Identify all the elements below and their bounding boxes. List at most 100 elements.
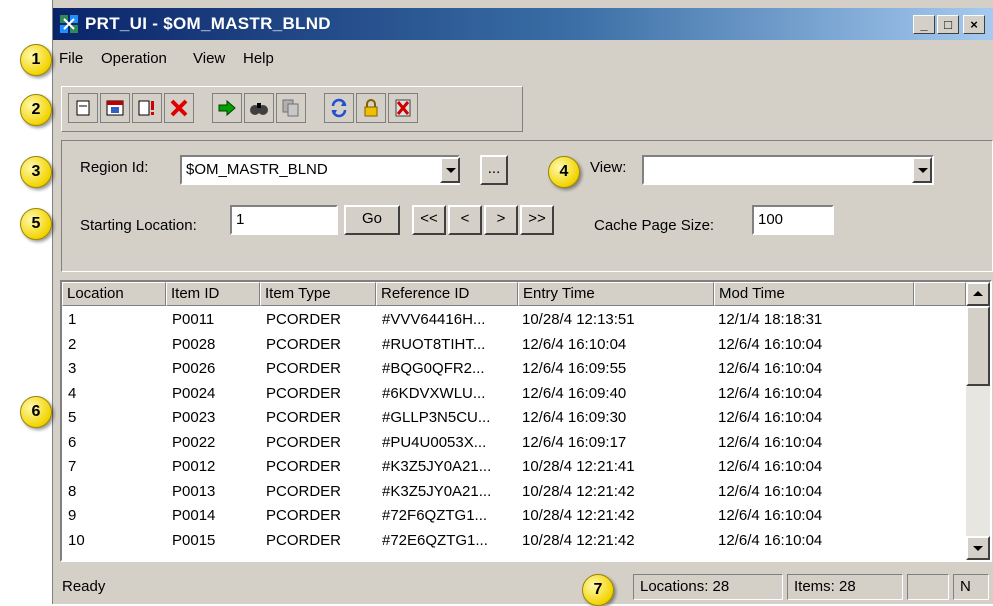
table-row[interactable]: 7 P0012 PCORDER #K3Z5JY0A21... 10/28/4 12:21… <box>62 456 966 478</box>
callout-5: 5 <box>20 208 52 240</box>
region-id-value: $OM_MASTR_BLND <box>186 161 328 178</box>
callout-7: 7 <box>582 574 614 606</box>
column-header-item-id[interactable]: Item ID <box>166 282 260 306</box>
cell-location: 1 <box>68 311 77 328</box>
table-row[interactable]: 2 P0028 PCORDER #RUOT8TIHT... 12/6/4 16:10:0… <box>62 334 966 356</box>
scroll-up-button[interactable] <box>966 282 990 306</box>
cell-entry-time: 12/6/4 16:09:40 <box>522 384 627 402</box>
item-list[interactable]: Location Item ID Item Type Reference ID … <box>60 280 992 562</box>
cell-entry-time: 12/6/4 16:09:17 <box>522 433 627 451</box>
toolbar <box>61 86 523 132</box>
cell-item-id: P0026 <box>172 360 216 377</box>
view-dropdown-arrow-icon[interactable] <box>912 157 932 183</box>
cell-location: 2 <box>68 335 77 353</box>
menu-operation[interactable]: Operation <box>101 50 167 67</box>
cell-mod-time: 12/6/4 16:10:04 <box>718 482 823 500</box>
cell-item-type: PCORDER <box>266 335 342 353</box>
app-icon <box>60 15 78 33</box>
alert-document-icon[interactable] <box>132 93 162 123</box>
column-header-reference-id[interactable]: Reference ID <box>376 282 518 306</box>
copy-icon[interactable] <box>276 93 306 123</box>
delete-icon[interactable] <box>164 93 194 123</box>
table-row[interactable]: 5 P0023 PCORDER #GLLP3N5CU... 12/6/4 16:09:3… <box>62 407 966 429</box>
cache-page-size-input[interactable]: 100 <box>752 205 834 235</box>
starting-location-input[interactable]: 1 <box>230 205 338 235</box>
cell-item-type: PCORDER <box>266 384 342 402</box>
cell-entry-time: 12/6/4 16:09:55 <box>522 360 627 377</box>
cell-mod-time: 12/6/4 16:10:04 <box>718 384 823 402</box>
first-page-button[interactable]: << <box>412 205 446 235</box>
vertical-scrollbar[interactable] <box>966 282 990 560</box>
minimize-button[interactable]: _ <box>913 15 935 34</box>
menu-bar: File Operation View Help <box>53 40 993 80</box>
table-row[interactable]: 6 P0022 PCORDER #PU4U0053X... 12/6/4 16:09:1… <box>62 432 966 454</box>
menu-file[interactable]: File <box>59 50 83 67</box>
column-header-item-type[interactable]: Item Type <box>260 282 376 306</box>
go-button[interactable]: Go <box>344 205 400 235</box>
new-icon[interactable] <box>68 93 98 123</box>
close-button[interactable]: × <box>963 15 985 34</box>
column-header-location[interactable]: Location <box>62 282 166 306</box>
table-row[interactable]: 4 P0024 PCORDER #6KDVXWLU... 12/6/4 16:09:40… <box>62 383 966 405</box>
callout-4: 4 <box>548 156 580 188</box>
cell-reference-id: #K3Z5JY0A21... <box>382 458 492 475</box>
cell-item-id: P0028 <box>172 335 216 353</box>
status-ready: Ready <box>62 578 106 595</box>
cache-page-size-value: 100 <box>758 211 784 228</box>
column-header-mod-time[interactable]: Mod Time <box>714 282 914 306</box>
table-row[interactable]: 3 P0026 PCORDER #BQG0QFR2... 12/6/4 16:09:55… <box>62 358 966 380</box>
last-page-button[interactable]: >> <box>520 205 554 235</box>
cell-item-type: PCORDER <box>266 458 342 475</box>
cell-reference-id: #RUOT8TIHT... <box>382 335 486 353</box>
callout-1: 1 <box>20 44 52 76</box>
status-locations: Locations: 28 <box>633 574 783 600</box>
table-row[interactable]: 10 P0015 PCORDER #72E6QZTG1... 10/28/4 12:21… <box>62 530 966 552</box>
cell-reference-id: #PU4U0053X... <box>382 433 487 451</box>
cell-entry-time: 12/6/4 16:10:04 <box>522 335 627 353</box>
cell-location: 3 <box>68 360 77 377</box>
cell-mod-time: 12/1/4 18:18:31 <box>718 311 823 328</box>
next-page-button[interactable]: > <box>484 205 518 235</box>
cell-item-id: P0022 <box>172 433 216 451</box>
cell-entry-time: 12/6/4 16:09:30 <box>522 409 627 426</box>
scroll-down-button[interactable] <box>966 536 990 560</box>
lock-icon[interactable] <box>356 93 386 123</box>
cell-location: 7 <box>68 458 77 475</box>
cell-item-type: PCORDER <box>266 360 342 377</box>
cell-reference-id: #GLLP3N5CU... <box>382 409 491 426</box>
cell-reference-id: #VVV64416H... <box>382 311 486 328</box>
scroll-thumb[interactable] <box>966 306 990 386</box>
cell-item-type: PCORDER <box>266 311 342 328</box>
region-dropdown-arrow-icon[interactable] <box>440 157 460 183</box>
table-row[interactable]: 9 P0014 PCORDER #72F6QZTG1... 10/28/4 12:21:… <box>62 505 966 527</box>
table-row[interactable]: 8 P0013 PCORDER #K3Z5JY0A21... 10/28/4 12:21… <box>62 481 966 503</box>
region-id-dropdown[interactable]: $OM_MASTR_BLND <box>180 155 460 185</box>
browse-button[interactable]: ... <box>480 155 508 185</box>
column-header-entry-time[interactable]: Entry Time <box>518 282 714 306</box>
starting-location-value: 1 <box>236 211 245 228</box>
cell-item-id: P0014 <box>172 507 216 524</box>
arrow-down-icon <box>973 546 983 551</box>
cell-entry-time: 10/28/4 12:13:51 <box>522 311 635 328</box>
cell-location: 5 <box>68 409 77 426</box>
cell-item-id: P0012 <box>172 458 216 475</box>
title-bar[interactable]: PRT_UI - $OM_MASTR_BLND _ □ × <box>53 8 993 40</box>
menu-view[interactable]: View <box>193 50 225 67</box>
go-arrow-icon[interactable] <box>212 93 242 123</box>
maximize-button[interactable]: □ <box>937 15 959 34</box>
table-row[interactable]: 1 P0011 PCORDER #VVV64416H... 10/28/4 12:13:… <box>62 309 966 331</box>
view-dropdown[interactable] <box>642 155 934 185</box>
status-mode: N <box>953 574 989 600</box>
menu-help[interactable]: Help <box>243 50 274 67</box>
calendar-icon[interactable] <box>100 93 130 123</box>
cell-item-id: P0024 <box>172 384 216 402</box>
cell-item-type: PCORDER <box>266 507 342 524</box>
previous-page-button[interactable]: < <box>448 205 482 235</box>
cancel-document-icon[interactable] <box>388 93 418 123</box>
cell-item-id: P0015 <box>172 531 216 549</box>
view-label: View: <box>590 159 627 176</box>
cell-item-type: PCORDER <box>266 531 342 549</box>
cell-item-type: PCORDER <box>266 482 342 500</box>
refresh-icon[interactable] <box>324 93 354 123</box>
find-icon[interactable] <box>244 93 274 123</box>
